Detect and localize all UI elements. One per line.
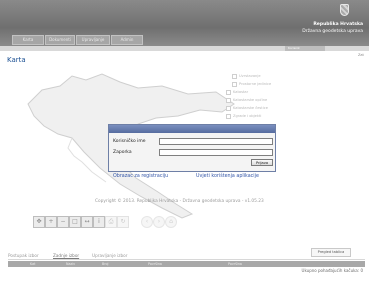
zoom-out-icon[interactable]: − xyxy=(57,216,69,228)
tab-dokumenti[interactable]: Dokumenti xyxy=(45,35,75,45)
tab-upravljanje[interactable]: Upravljanje xyxy=(76,35,110,45)
forward-icon[interactable]: › xyxy=(153,216,165,228)
checkbox-icon[interactable] xyxy=(226,89,231,95)
login-button[interactable]: Prijava xyxy=(251,159,273,166)
column-header[interactable]: Površina xyxy=(228,261,242,267)
column-header[interactable]: Broj xyxy=(102,261,108,267)
coat-of-arms-icon xyxy=(340,4,349,16)
column-header[interactable]: Kat xyxy=(30,261,35,267)
checkbox-icon[interactable] xyxy=(226,97,231,103)
home-icon[interactable]: ⌂ xyxy=(165,216,177,228)
checkbox-icon[interactable] xyxy=(232,73,237,79)
username-label: Korisničko ime xyxy=(113,139,146,144)
layer-item[interactable]: Uvrstavanje xyxy=(232,73,261,79)
column-header[interactable]: Površina xyxy=(148,261,162,267)
pregled-tablica-button[interactable]: Pregled tablica xyxy=(311,248,351,257)
brand-subtitle: Državna geodetska uprava xyxy=(302,29,363,34)
login-dialog: Korisničko ime Zaporka Prijava xyxy=(108,124,276,172)
tab-zadnje-izbor[interactable]: Zadnje izbor xyxy=(53,253,79,258)
close-link[interactable]: Zat xyxy=(358,53,364,57)
tab-upravljanje-izbor[interactable]: Upravljanje izbor xyxy=(92,253,127,258)
layer-label: Zgrade i objekti xyxy=(233,114,262,118)
terms-link[interactable]: Uvjeti korištenja aplikacije xyxy=(196,174,259,179)
layer-label: Uvrstavanje xyxy=(239,74,261,78)
password-label: Zaporka xyxy=(113,150,132,155)
layer-label: Katastarske čestice xyxy=(233,106,268,110)
zoom-box-icon[interactable]: □ xyxy=(69,216,81,228)
tab-postupak-izbor[interactable]: Postupak izbor xyxy=(8,253,39,258)
tab-karta[interactable]: Karta xyxy=(12,35,44,45)
refresh-icon[interactable]: ↻ xyxy=(117,216,129,228)
layer-label: Katastar xyxy=(233,90,249,94)
back-icon[interactable]: ‹ xyxy=(141,216,153,228)
checkbox-icon[interactable] xyxy=(226,113,231,119)
layer-item[interactable]: Katastarske čestice xyxy=(226,105,268,111)
layer-item[interactable]: Katastarske općine xyxy=(226,97,267,103)
info-icon[interactable]: i xyxy=(93,216,105,228)
checkbox-icon[interactable] xyxy=(232,81,237,87)
checkbox-icon[interactable] xyxy=(226,105,231,111)
layer-list: Uvrstavanje Prostorne jedinice Katastar … xyxy=(226,73,296,125)
page-title: Karta xyxy=(7,56,26,64)
password-input[interactable] xyxy=(159,149,273,156)
user-label[interactable]: Korisnik xyxy=(285,46,325,51)
map-toolbar: ✥ + − □ ↔ i ⎙ ↻ ‹ › ⌂ xyxy=(33,216,223,228)
username-input[interactable] xyxy=(159,138,273,145)
zoom-in-icon[interactable]: + xyxy=(45,216,57,228)
layer-label: Prostorne jedinice xyxy=(239,82,272,86)
layer-item[interactable]: Zgrade i objekti xyxy=(226,113,261,119)
register-link[interactable]: Obrazac za registraciju xyxy=(113,174,168,179)
login-dialog-header xyxy=(109,125,275,133)
layer-item[interactable]: Katastar xyxy=(226,89,248,95)
tab-admin[interactable]: Admin xyxy=(111,35,143,45)
print-icon[interactable]: ⎙ xyxy=(105,216,117,228)
pan-icon[interactable]: ✥ xyxy=(33,216,45,228)
column-header[interactable]: Naziv xyxy=(66,261,75,267)
measure-icon[interactable]: ↔ xyxy=(81,216,93,228)
divider xyxy=(8,259,365,260)
layer-item[interactable]: Prostorne jedinice xyxy=(232,81,271,87)
results-table-header: Kat Naziv Broj Površina Površina xyxy=(8,261,365,267)
results-count: Ukupno pohađajućih kačuka: 0 xyxy=(301,268,363,273)
brand-title: Republika Hrvatska xyxy=(313,22,363,27)
layer-label: Katastarske općine xyxy=(233,98,268,102)
copyright-text: Copyright © 2013. Republika Hrvatska - D… xyxy=(95,199,264,204)
